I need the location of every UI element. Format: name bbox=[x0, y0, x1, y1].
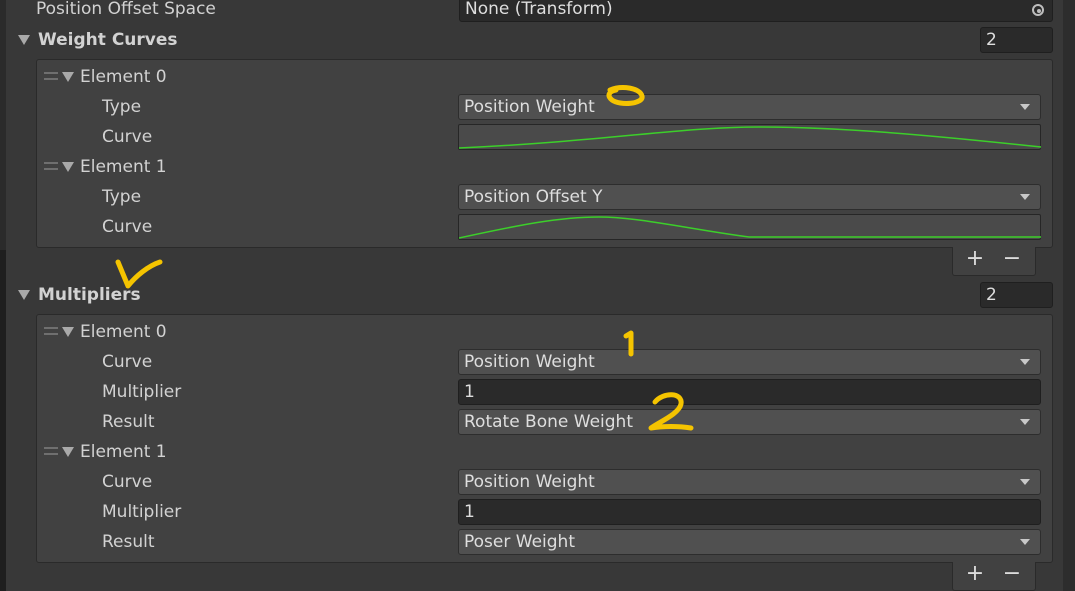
annotation-checkmark bbox=[115, 259, 163, 289]
multipliers-count-field[interactable]: 2 bbox=[980, 282, 1053, 308]
dropdown-value: Rotate Bone Weight bbox=[464, 412, 633, 432]
multiplier-label: Multiplier bbox=[102, 382, 182, 402]
annotation-one bbox=[623, 330, 634, 357]
result-label: Result bbox=[102, 412, 155, 432]
chevron-down-icon bbox=[1020, 194, 1030, 200]
dropdown-value: Position Offset Y bbox=[464, 187, 603, 207]
chevron-down-icon bbox=[1020, 539, 1030, 545]
multipliers-foldout-icon[interactable] bbox=[18, 290, 30, 300]
curve-preview bbox=[459, 126, 1042, 149]
curve-label: Curve bbox=[102, 472, 153, 492]
position-offset-space-value: None (Transform) bbox=[465, 0, 613, 19]
weight-curves-count: 2 bbox=[986, 30, 997, 50]
drag-handle-icon[interactable] bbox=[44, 327, 58, 335]
chevron-down-icon bbox=[1020, 479, 1030, 485]
weight-curves-foldout-icon[interactable] bbox=[18, 35, 30, 45]
element-foldout-icon[interactable] bbox=[62, 327, 74, 337]
left-panel-edge bbox=[0, 0, 6, 591]
field-value: 1 bbox=[464, 382, 475, 402]
field-value: 1 bbox=[464, 502, 475, 522]
type-label: Type bbox=[102, 187, 142, 207]
weight-curves-element-0-curve-field[interactable] bbox=[458, 124, 1042, 150]
chevron-down-icon bbox=[1020, 419, 1030, 425]
weight-curves-element-0-type-dropdown[interactable]: Position Weight bbox=[458, 94, 1041, 120]
position-offset-space-label: Position Offset Space bbox=[36, 0, 216, 19]
add-button[interactable]: + bbox=[964, 248, 986, 270]
annotation-two bbox=[648, 392, 694, 431]
dropdown-value: Position Weight bbox=[464, 97, 595, 117]
weight-curves-element-1-type-dropdown[interactable]: Position Offset Y bbox=[458, 184, 1041, 210]
weight-curves-count-field[interactable]: 2 bbox=[980, 27, 1053, 53]
multipliers-element-0-curve-dropdown[interactable]: Position Weight bbox=[458, 349, 1041, 375]
object-picker-icon[interactable] bbox=[1032, 4, 1044, 16]
curve-label: Curve bbox=[102, 352, 153, 372]
drag-handle-icon[interactable] bbox=[44, 72, 58, 80]
curve-label: Curve bbox=[102, 217, 153, 237]
multipliers-element-1-multiplier-field[interactable]: 1 bbox=[458, 499, 1041, 525]
dropdown-value: Position Weight bbox=[464, 472, 595, 492]
dropdown-value: Position Weight bbox=[464, 352, 595, 372]
curve-label: Curve bbox=[102, 127, 153, 147]
multipliers-element-1-curve-dropdown[interactable]: Position Weight bbox=[458, 469, 1041, 495]
annotation-zero bbox=[606, 85, 645, 106]
element-foldout-icon[interactable] bbox=[62, 162, 74, 172]
multipliers-count: 2 bbox=[986, 285, 997, 305]
chevron-down-icon bbox=[1020, 104, 1030, 110]
chevron-down-icon bbox=[1020, 359, 1030, 365]
multipliers-element-0-label[interactable]: Element 0 bbox=[80, 321, 167, 343]
multiplier-label: Multiplier bbox=[102, 502, 182, 522]
multipliers-element-1-label[interactable]: Element 1 bbox=[80, 441, 167, 463]
scrollbar-track[interactable] bbox=[1063, 0, 1075, 591]
result-label: Result bbox=[102, 532, 155, 552]
multipliers-element-1-result-dropdown[interactable]: Poser Weight bbox=[458, 529, 1041, 555]
curve-preview bbox=[459, 216, 1041, 239]
dropdown-value: Poser Weight bbox=[464, 532, 575, 552]
type-label: Type bbox=[102, 97, 142, 117]
weight-curves-element-1-label[interactable]: Element 1 bbox=[80, 156, 167, 178]
position-offset-space-field[interactable]: None (Transform) bbox=[459, 0, 1053, 22]
drag-handle-icon[interactable] bbox=[44, 162, 58, 170]
multipliers-element-0-multiplier-field[interactable]: 1 bbox=[458, 379, 1041, 405]
remove-button[interactable]: − bbox=[1001, 563, 1023, 585]
element-foldout-icon[interactable] bbox=[62, 447, 74, 457]
weight-curves-element-0-label[interactable]: Element 0 bbox=[80, 66, 167, 88]
multipliers-element-0-result-dropdown[interactable]: Rotate Bone Weight bbox=[458, 409, 1041, 435]
weight-curves-label[interactable]: Weight Curves bbox=[38, 29, 178, 51]
remove-button[interactable]: − bbox=[1001, 248, 1023, 270]
add-button[interactable]: + bbox=[964, 563, 986, 585]
weight-curves-element-1-curve-field[interactable] bbox=[458, 214, 1041, 240]
element-foldout-icon[interactable] bbox=[62, 72, 74, 82]
drag-handle-icon[interactable] bbox=[44, 447, 58, 455]
left-panel-edge-lower bbox=[0, 250, 6, 591]
